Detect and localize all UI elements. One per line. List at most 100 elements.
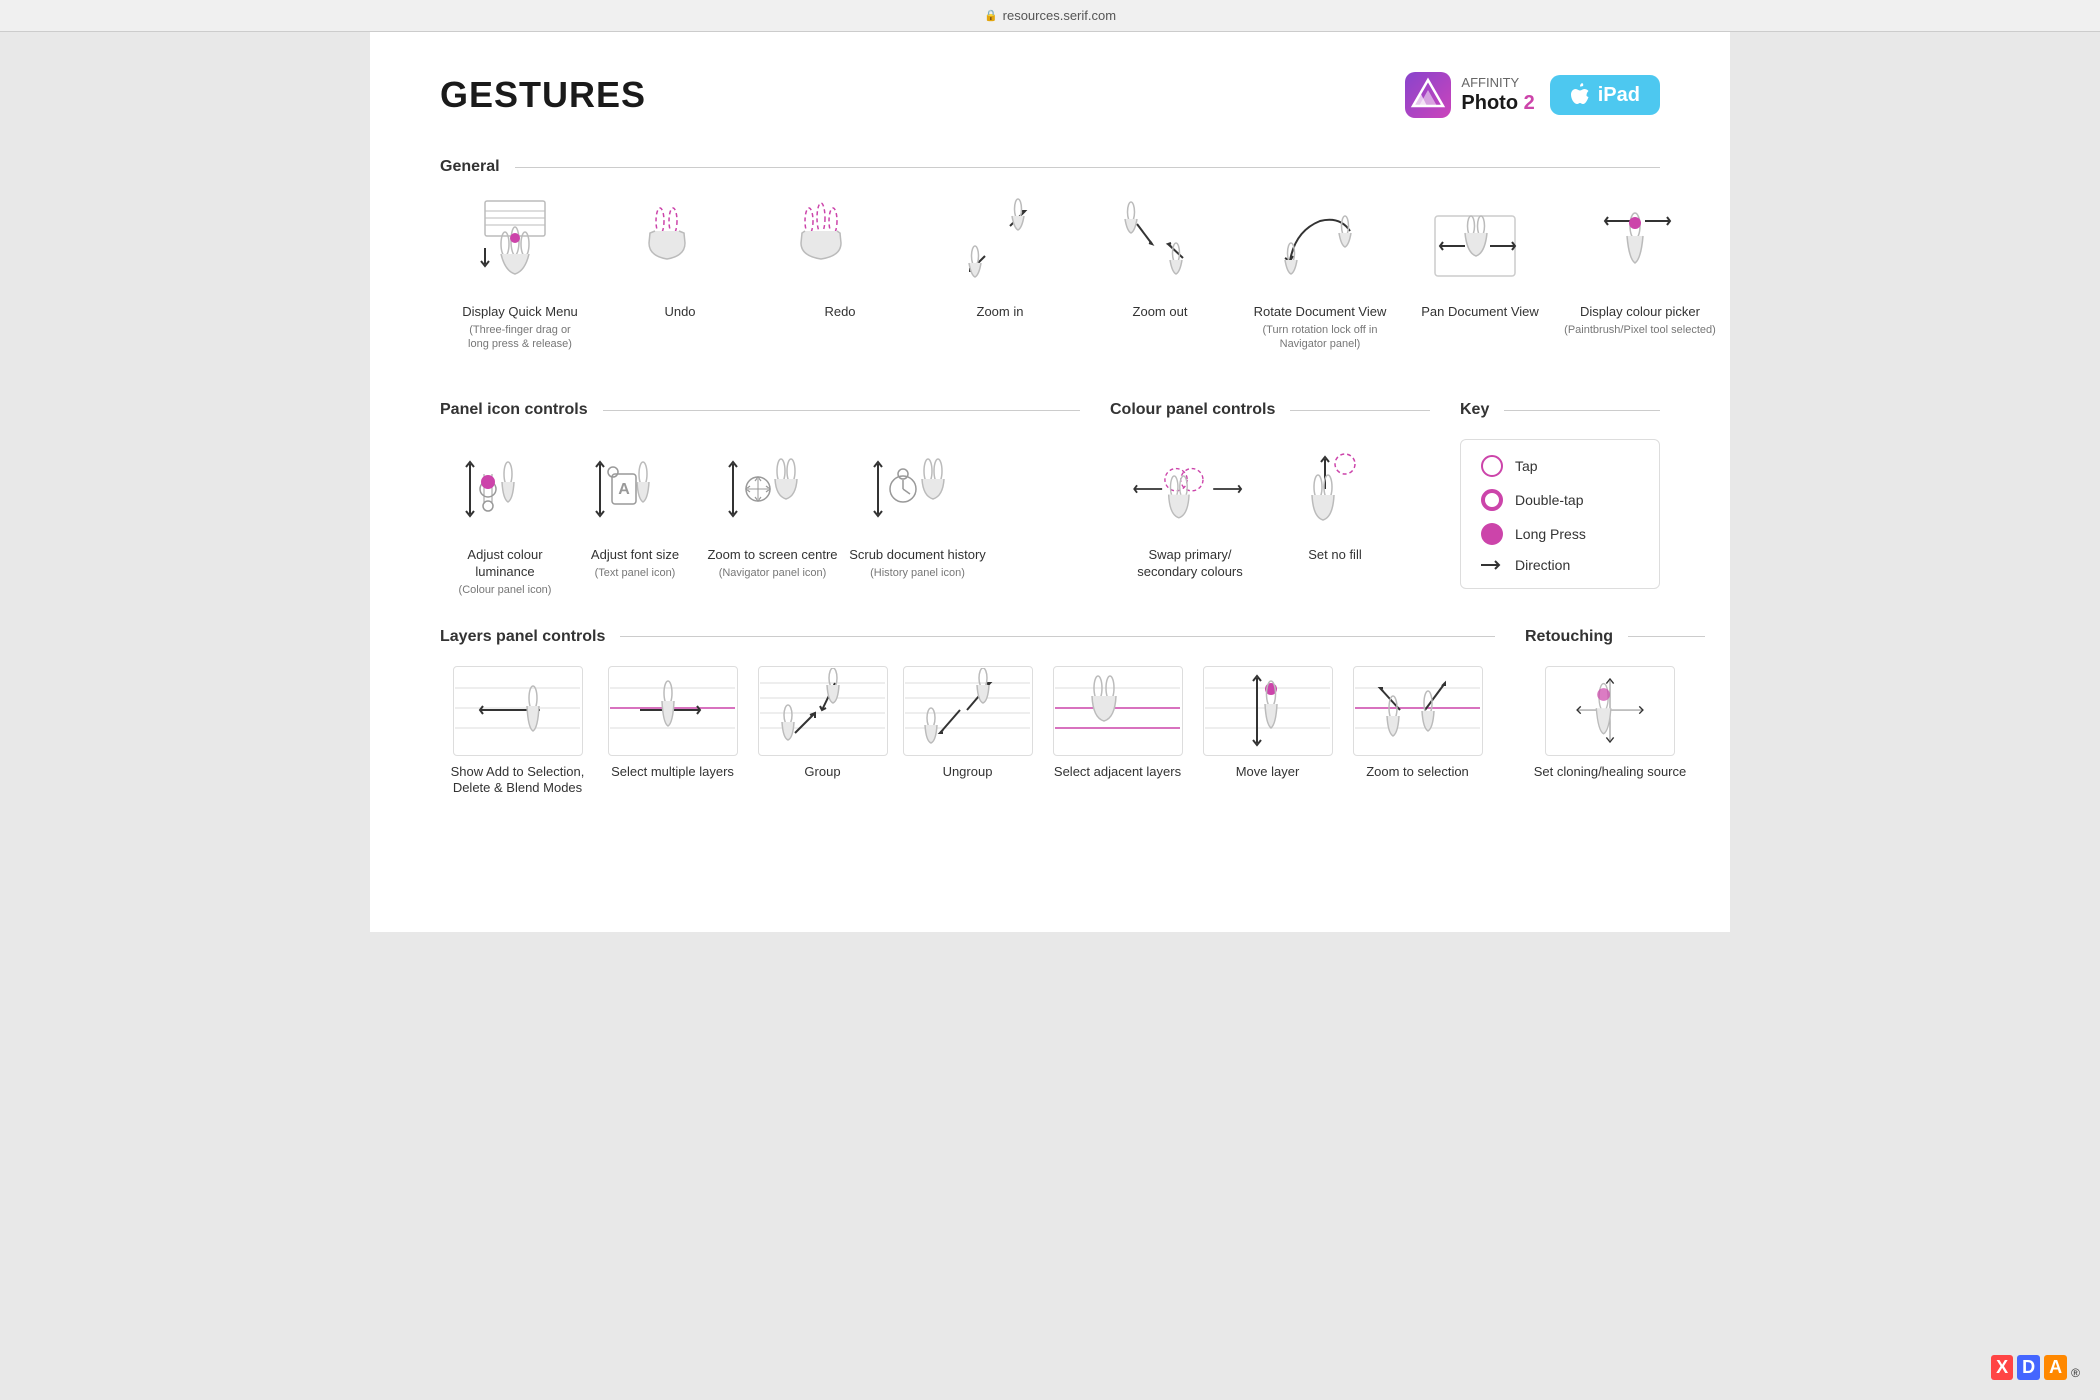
colour-panel-divider <box>1290 410 1430 411</box>
affinity-badge: AFFINITY Photo 2 <box>1405 72 1534 118</box>
gesture-label-show-add-to-selection: Show Add to Selection,Delete & Blend Mod… <box>451 764 585 798</box>
gesture-icon-undo <box>615 196 745 296</box>
gesture-icon-adjust-font-size: A <box>570 439 700 539</box>
direction-label: Direction <box>1515 557 1570 573</box>
key-direction: Direction <box>1481 557 1639 573</box>
gesture-label-adjust-colour-luminance: Adjust colour luminance <box>440 547 570 581</box>
key-longpress: Long Press <box>1481 523 1639 545</box>
gesture-swap-colours: Swap primary/secondary colours <box>1110 439 1270 581</box>
gesture-adjust-colour-luminance: Adjust colour luminance (Colour panel ic… <box>440 439 570 597</box>
gesture-label-set-no-fill: Set no fill <box>1308 547 1361 564</box>
gesture-icon-rotate <box>1255 196 1385 296</box>
doubletap-label: Double-tap <box>1515 492 1584 508</box>
gesture-display-colour-picker: Display colour picker (Paintbrush/Pixel … <box>1560 196 1720 351</box>
svg-text:A: A <box>618 481 630 498</box>
panel-icon-gestures-grid: Adjust colour luminance (Colour panel ic… <box>440 439 1080 597</box>
retouching-header: Retouching <box>1525 628 1705 646</box>
gesture-redo: Redo <box>760 196 920 351</box>
gesture-label-redo: Redo <box>824 304 855 321</box>
layers-divider <box>620 636 1495 637</box>
gesture-box-set-cloning-healing-source <box>1545 666 1675 756</box>
xda-registered: ® <box>2071 1366 2080 1380</box>
gesture-sublabel-display-quick-menu: (Three-finger drag orlong press & releas… <box>468 323 572 352</box>
gesture-label-zoom-out: Zoom out <box>1133 304 1188 321</box>
gesture-undo: Undo <box>600 196 760 351</box>
colour-panel-title: Colour panel controls <box>1110 401 1290 419</box>
gesture-zoom-to-screen-centre: Zoom to screen centre (Navigator panel i… <box>700 439 845 597</box>
retouching-divider <box>1628 636 1705 637</box>
gesture-box-select-adjacent-layers <box>1053 666 1183 756</box>
layers-retouching-row: Layers panel controls <box>440 628 1660 798</box>
gesture-sublabel-rotate: (Turn rotation lock off inNavigator pane… <box>1263 323 1378 352</box>
gesture-adjust-font-size: A Adjust font size (Text panel icon) <box>570 439 700 597</box>
gesture-show-add-to-selection: Show Add to Selection,Delete & Blend Mod… <box>440 666 595 798</box>
key-doubletap: Double-tap <box>1481 489 1639 511</box>
colour-panel-gestures-grid: Swap primary/secondary colours <box>1110 439 1430 581</box>
gesture-move-layer: Move layer <box>1195 666 1340 798</box>
doubletap-icon <box>1481 489 1503 511</box>
tap-label: Tap <box>1515 458 1538 474</box>
gesture-label-display-quick-menu: Display Quick Menu <box>462 304 578 321</box>
gesture-label-select-multiple-layers: Select multiple layers <box>611 764 734 781</box>
gesture-label-zoom-to-screen-centre: Zoom to screen centre <box>707 547 837 564</box>
xda-d: D <box>2017 1355 2040 1380</box>
gesture-box-zoom-to-selection <box>1353 666 1483 756</box>
apple-icon <box>1570 83 1590 107</box>
gesture-label-zoom-in: Zoom in <box>977 304 1024 321</box>
gesture-rotate-doc-view: Rotate Document View (Turn rotation lock… <box>1240 196 1400 351</box>
xda-watermark: X D A ® <box>1991 1355 2080 1380</box>
key-box: Tap Double-tap Long Press <box>1460 439 1660 589</box>
xda-x: X <box>1991 1355 2013 1380</box>
xda-a: A <box>2044 1355 2067 1380</box>
gesture-select-adjacent-layers: Select adjacent layers <box>1040 666 1195 798</box>
gesture-group: Group <box>750 666 895 798</box>
general-section-header: General <box>440 158 1660 176</box>
direction-icon <box>1481 558 1503 572</box>
gesture-icon-redo <box>775 196 905 296</box>
affinity-photo-icon <box>1405 72 1451 118</box>
photo2-label: Photo 2 <box>1461 91 1534 115</box>
general-gestures-grid: Display Quick Menu (Three-finger drag or… <box>440 196 1660 351</box>
gesture-box-show-add-to-selection <box>453 666 583 756</box>
tap-icon <box>1481 455 1503 477</box>
gesture-set-cloning-healing-source: Set cloning/healing source <box>1525 666 1695 781</box>
panel-icon-header: Panel icon controls <box>440 401 1080 419</box>
general-section: General <box>440 158 1660 351</box>
panel-row: Panel icon controls <box>440 401 1660 597</box>
gesture-icon-zoom-to-screen-centre <box>708 439 838 539</box>
gesture-label-ungroup: Ungroup <box>943 764 993 781</box>
retouching-section: Retouching <box>1525 628 1705 798</box>
gesture-zoom-out: Zoom out <box>1080 196 1240 351</box>
key-title: Key <box>1460 401 1504 419</box>
gesture-box-move-layer <box>1203 666 1333 756</box>
gesture-zoom-in: Zoom in <box>920 196 1080 351</box>
gesture-box-ungroup <box>903 666 1033 756</box>
retouching-title: Retouching <box>1525 628 1628 646</box>
retouching-gestures-grid: Set cloning/healing source <box>1525 666 1705 781</box>
gesture-icon-adjust-colour-luminance <box>440 439 570 539</box>
general-title: General <box>440 158 515 176</box>
page-title: GESTURES <box>440 74 646 116</box>
gesture-icon-zoom-in <box>935 196 1065 296</box>
gesture-label-swap-colours: Swap primary/secondary colours <box>1137 547 1243 581</box>
layers-header: Layers panel controls <box>440 628 1495 646</box>
gesture-zoom-to-selection: Zoom to selection <box>1340 666 1495 798</box>
gesture-sublabel-adjust-font-size: (Text panel icon) <box>595 566 676 580</box>
gesture-display-quick-menu: Display Quick Menu (Three-finger drag or… <box>440 196 600 351</box>
ipad-label: iPad <box>1598 84 1640 107</box>
affinity-label: AFFINITY <box>1461 75 1534 91</box>
gesture-label-set-cloning-healing-source: Set cloning/healing source <box>1534 764 1687 781</box>
gesture-sublabel-scrub-doc-history: (History panel icon) <box>870 566 965 580</box>
gesture-icon-pan <box>1415 196 1545 296</box>
gesture-icon-display-quick-menu <box>455 196 585 296</box>
gesture-label-select-adjacent-layers: Select adjacent layers <box>1054 764 1181 781</box>
gesture-icon-colour-picker <box>1575 196 1705 296</box>
layers-gestures-grid: Show Add to Selection,Delete & Blend Mod… <box>440 666 1495 798</box>
panel-icon-title: Panel icon controls <box>440 401 603 419</box>
gesture-label-rotate: Rotate Document View <box>1254 304 1387 321</box>
key-section: Key Tap Double-tap Long Press <box>1460 401 1660 597</box>
browser-url: resources.serif.com <box>1003 8 1116 23</box>
colour-panel-header: Colour panel controls <box>1110 401 1430 419</box>
page-content: GESTURES AFFINITY <box>370 32 1730 932</box>
gesture-label-adjust-font-size: Adjust font size <box>591 547 679 564</box>
